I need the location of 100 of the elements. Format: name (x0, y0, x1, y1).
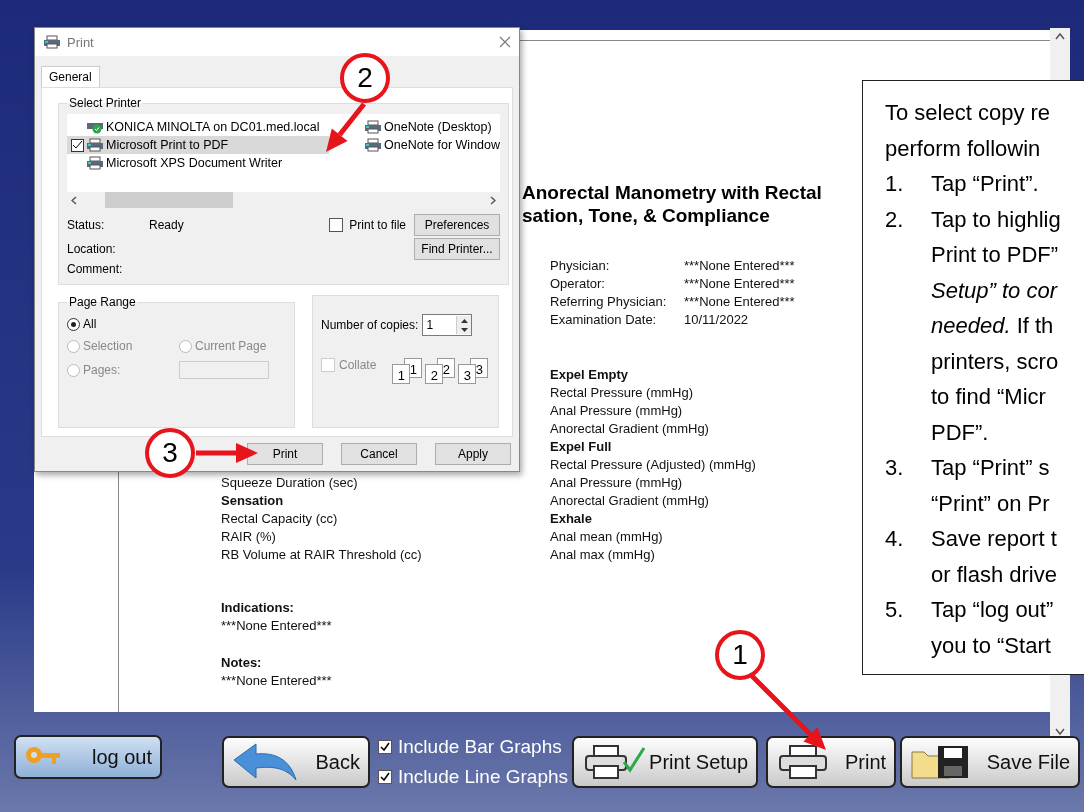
page-range-radio[interactable]: All (67, 317, 271, 331)
report-title: Anorectal Manometry with Rectal (522, 181, 822, 204)
step-text: printers, scro (931, 347, 1059, 376)
check-icon (71, 138, 84, 152)
default-printer-icon (86, 120, 104, 134)
measure-label: RAIR (%) (221, 528, 276, 546)
measure-label: Anorectal Gradient (mmHg) (550, 420, 709, 438)
page-sheet: 1 (392, 364, 411, 384)
printer-list[interactable]: KONICA MINOLTA on DC01.med.local Microsoft Print to PDF Microsoft XPS Document Writer OneNote (Desktop) OneNote for Window (67, 114, 501, 192)
field-label: Status: (67, 218, 106, 232)
printer-item[interactable]: KONICA MINOLTA on DC01.med.local (67, 118, 329, 136)
page-sheet: 2 (425, 364, 444, 384)
step-text: or flash drive (931, 560, 1057, 589)
instruction-text: perform followin (885, 134, 1041, 163)
info-label: Examination Date: (550, 311, 658, 329)
field-label: Comment: (67, 262, 124, 276)
printer-icon (43, 35, 61, 49)
section-text: ***None Entered*** (221, 617, 332, 635)
print-setup-button[interactable]: Print Setup (572, 736, 759, 788)
checkbox-icon[interactable] (378, 740, 392, 754)
group-label: Select Printer (68, 96, 143, 110)
printer-item[interactable]: OneNote (Desktop) (345, 118, 501, 136)
measure-label: Rectal Capacity (cc) (221, 510, 338, 528)
step-number: 2. (885, 205, 904, 234)
page-sheet: 3 (458, 364, 477, 384)
measure-label: Anorectal Gradient (mmHg) (550, 492, 709, 510)
save-file-button[interactable]: Save File (900, 736, 1081, 788)
spin-down-icon[interactable] (460, 327, 468, 332)
dialog-button[interactable]: Cancel (341, 443, 417, 465)
checkbox-icon[interactable] (378, 770, 392, 784)
instruction-text: To select copy re (885, 99, 1051, 127)
section-heading: Expel Empty (550, 366, 629, 384)
scroll-up-icon[interactable] (1055, 32, 1065, 40)
dialog-button[interactable]: Preferences (414, 214, 501, 236)
logout-button[interactable]: log out (14, 735, 162, 779)
printer-item[interactable]: Microsoft XPS Document Writer (67, 154, 329, 172)
step-text: to find “Micr (931, 383, 1046, 411)
section-text: ***None Entered*** (221, 672, 332, 690)
printer-icon (86, 156, 104, 170)
info-label: Physician: (550, 257, 611, 275)
step-text: Save report t (931, 525, 1057, 553)
printer-icon (86, 138, 104, 152)
spin-up-icon[interactable] (460, 318, 468, 323)
info-label: Referring Physician: (550, 293, 668, 311)
printer-icon (364, 120, 382, 134)
section-heading: Expel Full (550, 438, 612, 456)
step-number: 4. (885, 525, 904, 553)
step-number: 3. (885, 454, 904, 482)
measure-label: Squeeze Duration (sec) (221, 474, 358, 492)
dialog-button[interactable]: Print (247, 443, 323, 465)
print-button[interactable]: Print (766, 736, 897, 788)
measure-label: RB Volume at RAIR Threshold (cc) (221, 546, 422, 564)
close-icon[interactable] (499, 36, 511, 48)
section-heading: Exhale (550, 510, 592, 528)
section-heading: Sensation (221, 492, 284, 510)
dialog-title: Print (67, 34, 95, 50)
dialog-tab[interactable]: General (41, 66, 100, 87)
printer-item[interactable]: Microsoft Print to PDF (67, 136, 329, 154)
pointer-arrow (196, 443, 258, 463)
step-text: “Print” on Pr (931, 489, 1050, 518)
info-value: ***None Entered*** (684, 275, 795, 293)
checkbox-icon[interactable] (329, 218, 344, 232)
info-label: Operator: (550, 275, 606, 293)
graph-option-checkbox[interactable]: Include Line Graphs (378, 766, 569, 788)
field-label: Location: (67, 242, 117, 256)
copies-label: Number of copies: (321, 318, 419, 332)
info-value: 10/11/2022 (684, 311, 750, 329)
report-title: sation, Tone, & Compliance (522, 204, 770, 227)
printer-item[interactable]: OneNote for Window (345, 136, 501, 154)
field-value: Ready (149, 218, 185, 232)
measure-label: Rectal Pressure (Adjusted) (mmHg) (550, 456, 756, 474)
back-arrow-icon (232, 742, 298, 782)
graph-option-checkbox[interactable]: Include Bar Graphs (378, 736, 569, 758)
step-text: Tap to highlig (931, 205, 1061, 234)
step-text: PDF”. (931, 418, 989, 447)
scroll-left-icon[interactable] (71, 195, 77, 205)
step-text: Print to PDF” (931, 241, 1059, 269)
section-heading: Indications: (221, 599, 294, 617)
step-number: 1. (885, 170, 904, 198)
info-value: ***None Entered*** (684, 293, 795, 311)
back-button[interactable]: Back (222, 736, 370, 788)
measure-label: Anal mean (mmHg) (550, 528, 663, 546)
dialog-button[interactable]: Find Printer... (414, 238, 501, 260)
step-number: 5. (885, 596, 904, 624)
section-heading: Notes: (221, 654, 262, 672)
print-to-file-checkbox[interactable]: Print to file (329, 218, 407, 232)
measure-label: Anal Pressure (mmHg) (550, 474, 683, 492)
pointer-arrow (326, 102, 366, 152)
dialog-button[interactable]: Apply (435, 443, 511, 465)
step-text: Tap “Print” s (931, 454, 1050, 482)
scroll-down-icon[interactable] (1055, 728, 1065, 736)
copies-spinner[interactable]: 1 (422, 314, 473, 336)
step-text: Tap “log out” (931, 596, 1054, 624)
step-text: needed. If th (931, 312, 1054, 340)
info-value: ***None Entered*** (684, 257, 795, 275)
measure-label: Anal Pressure (mmHg) (550, 402, 683, 420)
scroll-right-icon[interactable] (490, 195, 497, 205)
measure-label: Anal max (mmHg) (550, 546, 655, 564)
step-text: Tap “Print”. (931, 170, 1039, 198)
step-text: Setup” to cor (931, 276, 1057, 305)
